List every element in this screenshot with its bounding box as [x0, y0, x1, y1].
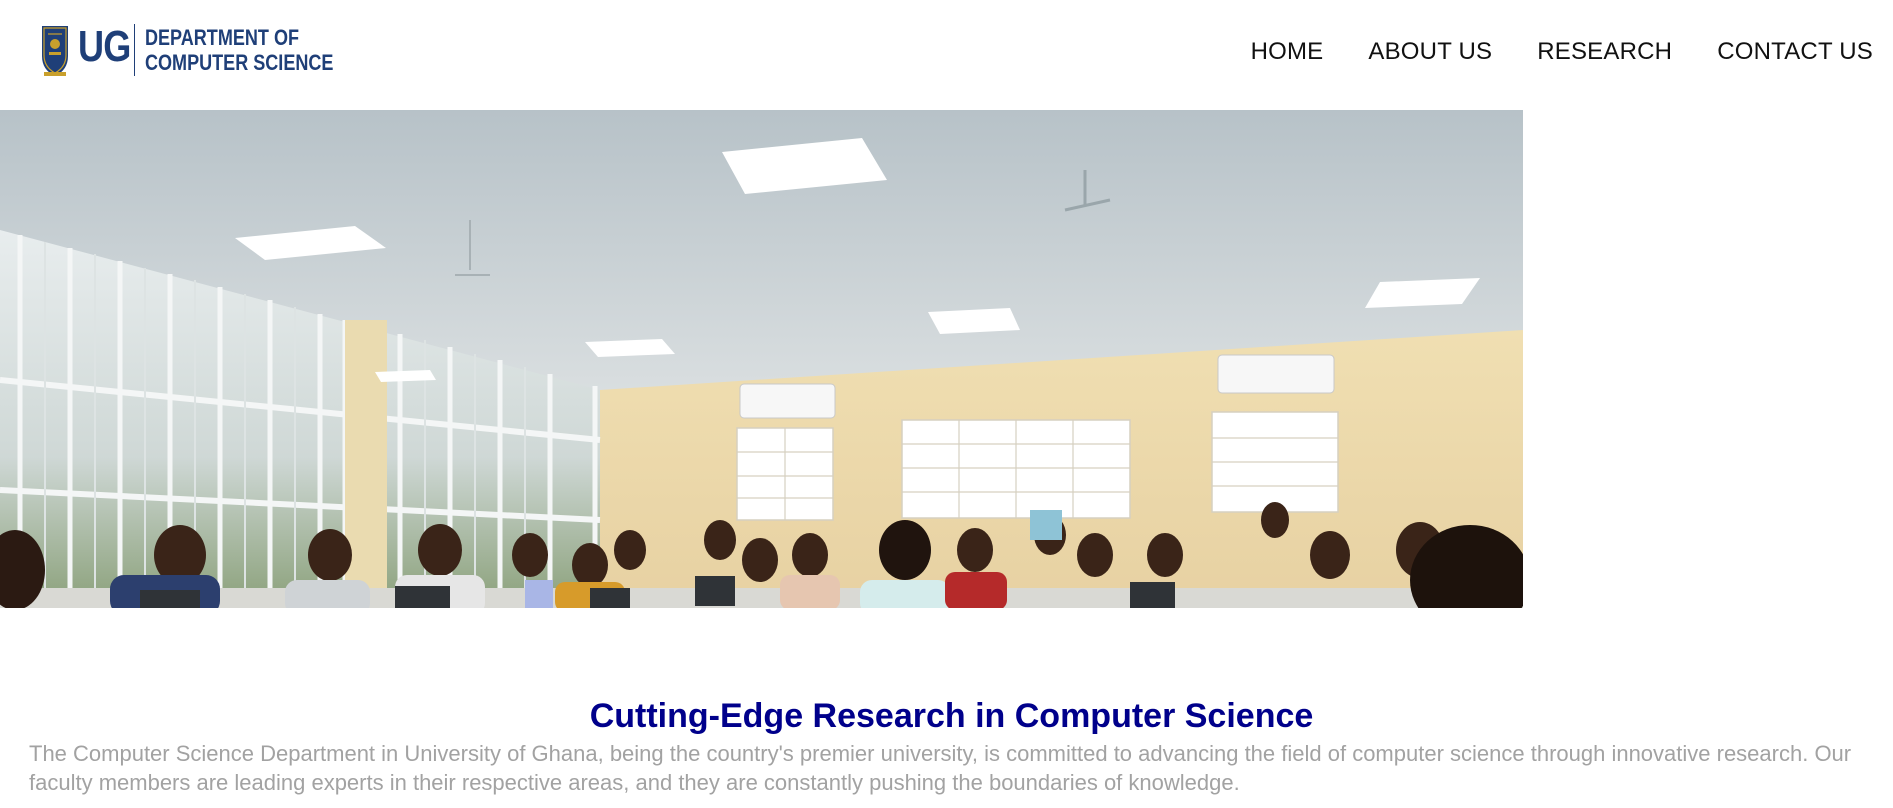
- nav-contact-us[interactable]: CONTACT US: [1717, 38, 1873, 66]
- nav-research[interactable]: RESEARCH: [1537, 38, 1672, 66]
- main-nav: HOME ABOUT US RESEARCH CONTACT US: [1206, 38, 1873, 66]
- logo-divider: [134, 24, 135, 76]
- page-headline: Cutting-Edge Research in Computer Scienc…: [589, 697, 1314, 735]
- intro-paragraph: The Computer Science Department in Unive…: [29, 741, 1852, 795]
- students-in-computer-lab-photo: [0, 110, 1523, 608]
- hero-image: [0, 110, 1523, 608]
- university-crest-icon: [42, 26, 68, 76]
- department-line-2: COMPUTER SCIENCE: [145, 50, 334, 75]
- logo-ug-text: UG: [78, 22, 131, 71]
- site-logo[interactable]: UG DEPARTMENT OF COMPUTER SCIENCE: [40, 22, 375, 78]
- site-header: UG DEPARTMENT OF COMPUTER SCIENCE HOME A…: [0, 0, 1893, 110]
- department-line-1: DEPARTMENT OF: [145, 25, 300, 50]
- department-name: DEPARTMENT OF COMPUTER SCIENCE: [145, 25, 333, 75]
- nav-about-us[interactable]: ABOUT US: [1368, 38, 1492, 66]
- nav-home[interactable]: HOME: [1251, 38, 1324, 66]
